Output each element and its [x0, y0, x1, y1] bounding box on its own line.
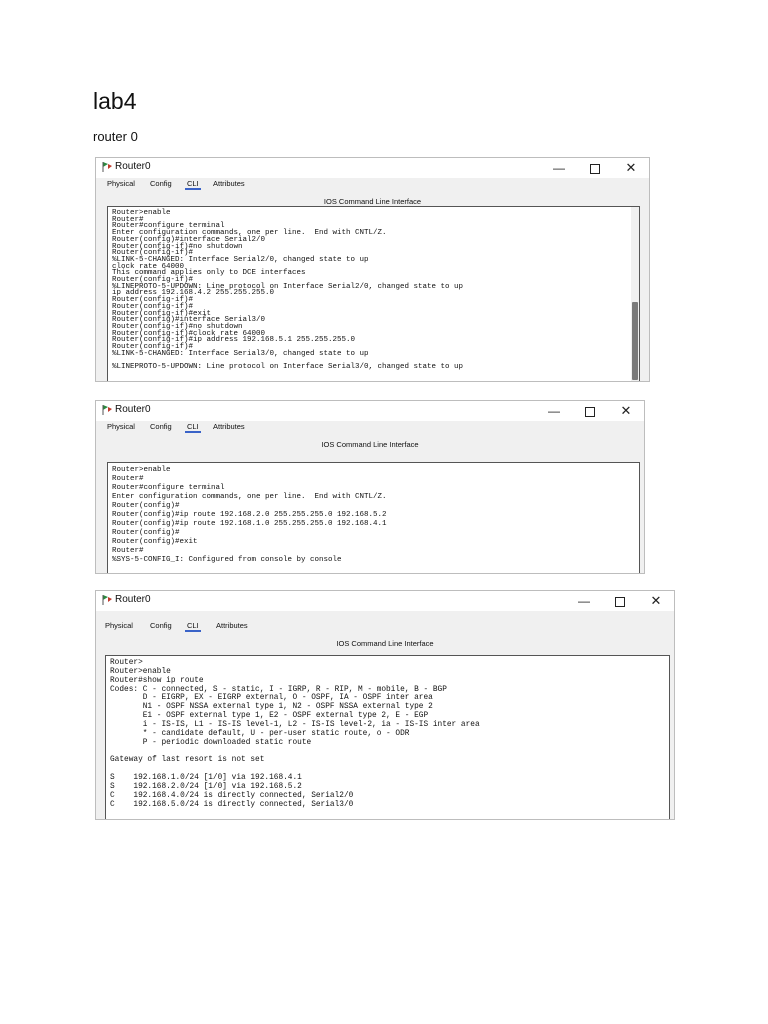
console-output: Router> Router>enable Router#show ip rou…: [110, 659, 480, 809]
packet-tracer-icon: [102, 162, 112, 172]
maximize-icon: [585, 406, 595, 417]
console-scrollbar[interactable]: [631, 207, 639, 381]
router0-window-3: Router0 — ✕ Physical Config CLI Attribut…: [95, 590, 675, 820]
maximize-button[interactable]: [572, 401, 608, 421]
console-output: Router>enable Router# Router#configure t…: [112, 466, 387, 564]
window-title: Router0: [115, 404, 151, 415]
minimize-button[interactable]: —: [566, 591, 602, 611]
tab-physical[interactable]: Physical: [107, 179, 135, 188]
window-title: Router0: [115, 161, 151, 172]
window-titlebar[interactable]: Router0 — ✕: [96, 591, 674, 611]
close-button[interactable]: ✕: [613, 158, 649, 178]
packet-tracer-icon: [102, 595, 112, 605]
packet-tracer-icon: [102, 405, 112, 415]
tab-attributes[interactable]: Attributes: [213, 422, 245, 431]
tab-bar: Physical Config CLI Attributes: [96, 179, 649, 193]
minimize-button[interactable]: —: [541, 158, 577, 178]
document-subtitle: router 0: [93, 129, 138, 144]
tab-config[interactable]: Config: [150, 422, 172, 431]
tab-cli[interactable]: CLI: [185, 621, 201, 632]
close-button[interactable]: ✕: [638, 591, 674, 611]
tab-cli[interactable]: CLI: [185, 422, 201, 433]
ios-cli-header: IOS Command Line Interface: [321, 440, 419, 449]
tab-attributes[interactable]: Attributes: [216, 621, 248, 630]
window-titlebar[interactable]: Router0 — ✕: [96, 158, 649, 178]
router0-window-1: Router0 — ✕ Physical Config CLI Attribut…: [95, 157, 650, 382]
close-button[interactable]: ✕: [608, 401, 644, 421]
window-titlebar[interactable]: Router0 — ✕: [96, 401, 644, 421]
console-output: Router>enable Router# Router#configure t…: [112, 209, 464, 372]
cli-console[interactable]: Router>enable Router# Router#configure t…: [107, 462, 640, 573]
tab-attributes[interactable]: Attributes: [213, 179, 245, 188]
document-title: lab4: [93, 88, 137, 114]
maximize-icon: [590, 163, 600, 174]
minimize-button[interactable]: —: [536, 401, 572, 421]
cli-console[interactable]: Router>enable Router# Router#configure t…: [107, 206, 640, 381]
tab-cli[interactable]: CLI: [185, 179, 201, 190]
tab-bar: Physical Config CLI Attributes: [96, 621, 674, 635]
router0-window-2: Router0 — ✕ Physical Config CLI Attribut…: [95, 400, 645, 574]
ios-cli-header: IOS Command Line Interface: [323, 197, 422, 206]
scrollbar-thumb[interactable]: [632, 302, 638, 380]
tab-config[interactable]: Config: [150, 179, 172, 188]
cli-console[interactable]: Router> Router>enable Router#show ip rou…: [105, 655, 670, 819]
maximize-button[interactable]: [577, 158, 613, 178]
tab-physical[interactable]: Physical: [107, 422, 135, 431]
tab-config[interactable]: Config: [150, 621, 172, 630]
tab-physical[interactable]: Physical: [105, 621, 133, 630]
window-title: Router0: [115, 594, 151, 605]
maximize-icon: [615, 596, 625, 607]
maximize-button[interactable]: [602, 591, 638, 611]
tab-bar: Physical Config CLI Attributes: [96, 422, 644, 436]
ios-cli-header: IOS Command Line Interface: [336, 639, 434, 648]
